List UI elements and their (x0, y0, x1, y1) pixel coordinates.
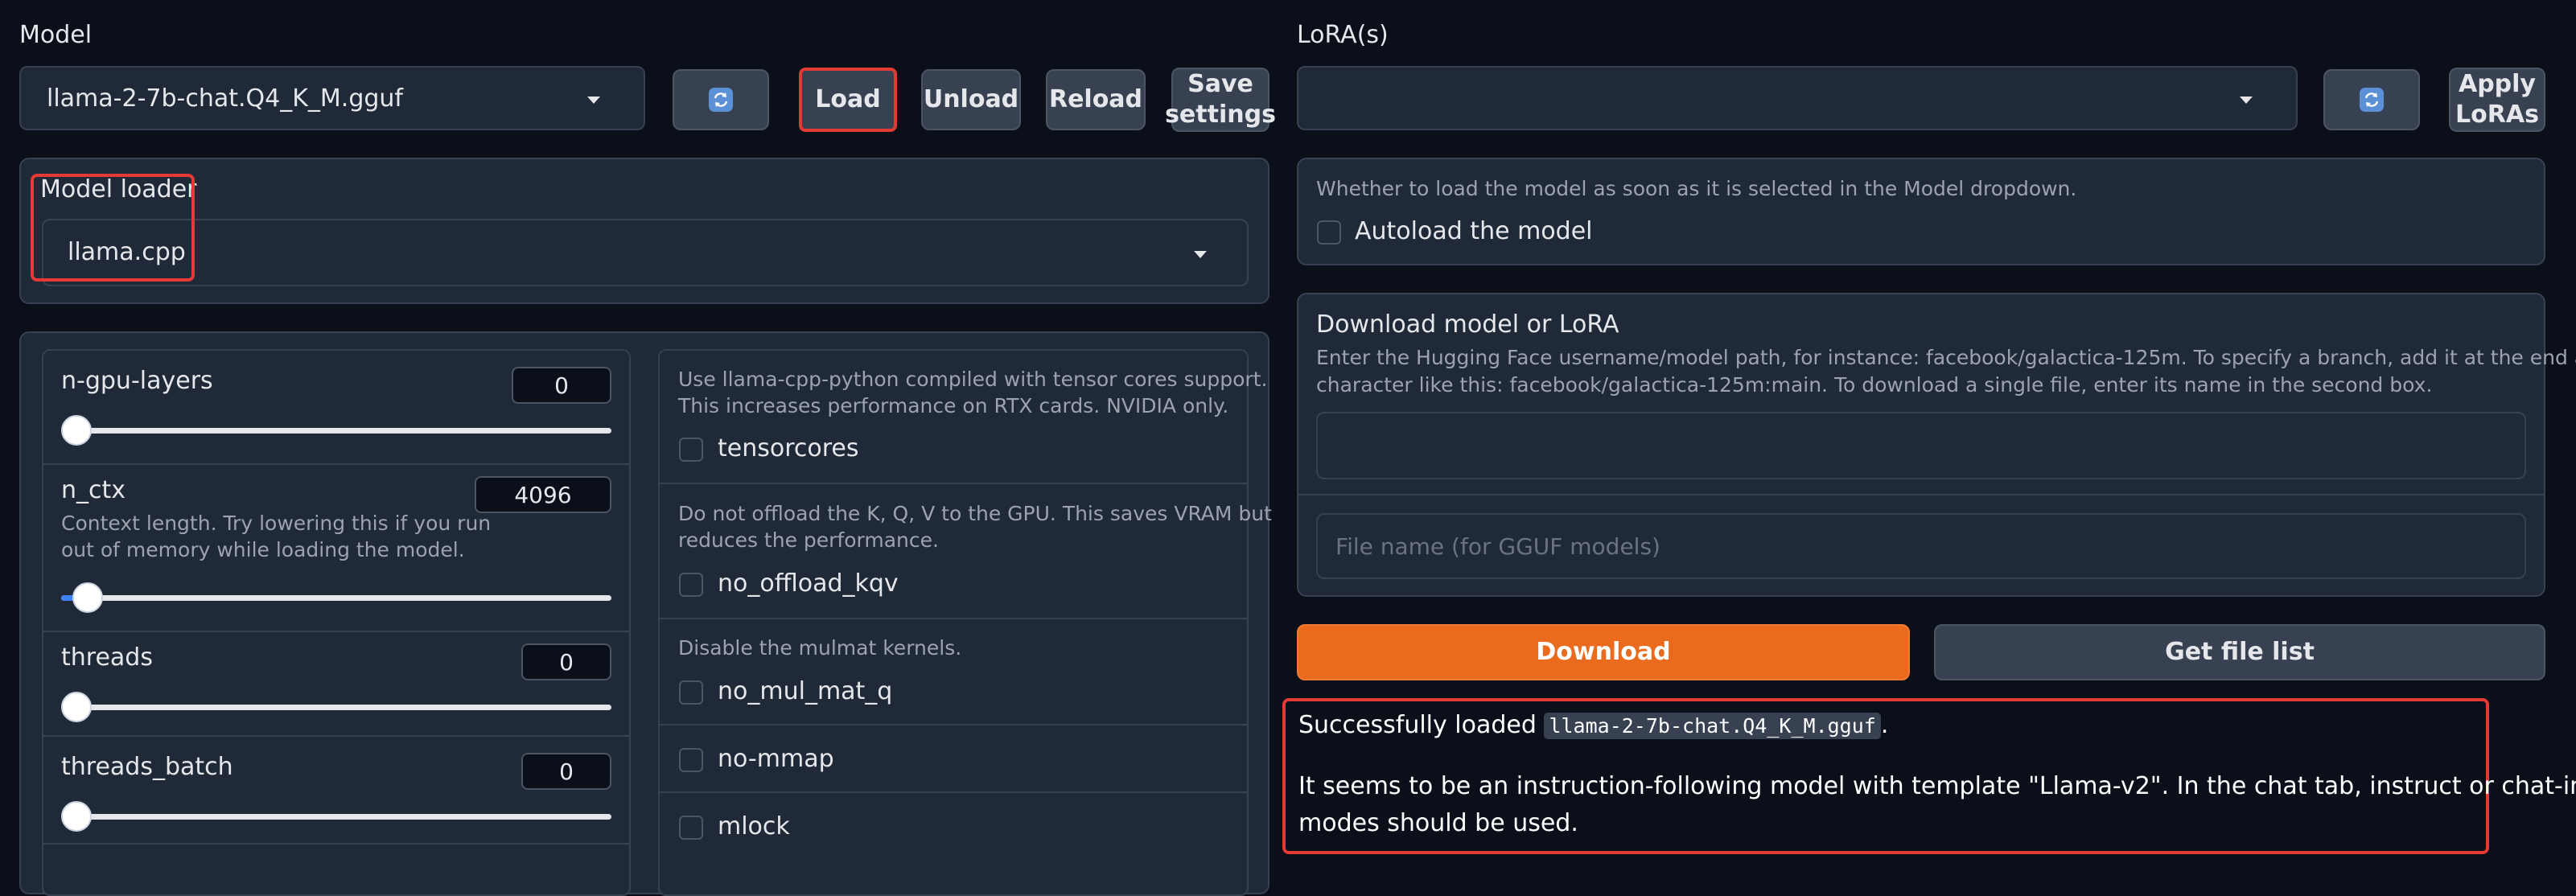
no-mmap-label: no-mmap (718, 745, 834, 773)
threads-batch-label: threads_batch (61, 753, 233, 781)
no-mul-mat-q-checkbox[interactable] (679, 680, 703, 705)
divider (43, 631, 629, 632)
refresh-icon (2358, 86, 2385, 113)
save-settings-line1: Save (1187, 70, 1253, 98)
n-gpu-layers-slider[interactable] (61, 428, 611, 434)
no-offload-description-line1: Do not offload the K, Q, V to the GPU. T… (678, 502, 1272, 525)
n-ctx-slider[interactable] (61, 595, 611, 601)
model-loader-highlight (31, 174, 195, 282)
divider (660, 791, 1247, 793)
no-offload-kqv-checkbox[interactable] (679, 573, 703, 597)
divider (660, 618, 1247, 619)
n-gpu-layers-label: n-gpu-layers (61, 367, 213, 395)
n-ctx-label: n_ctx (61, 476, 126, 504)
divider (43, 843, 629, 845)
tensorcores-label: tensorcores (718, 434, 859, 462)
save-settings-line2: settings (1165, 101, 1276, 129)
autoload-panel (1297, 158, 2545, 265)
apply-loras-button[interactable]: Apply LoRAs (2449, 68, 2545, 132)
status-line1: Successfully loaded llama-2-7b-chat.Q4_K… (1298, 711, 1888, 739)
model-path-input[interactable] (1316, 412, 2526, 479)
threads-batch-input[interactable]: 0 (521, 753, 611, 790)
model-dropdown[interactable]: llama-2-7b-chat.Q4_K_M.gguf (19, 66, 645, 130)
apply-loras-line1: Apply (2458, 70, 2536, 98)
lora-refresh-button[interactable] (2323, 69, 2420, 130)
save-settings-button[interactable]: Save settings (1165, 68, 1276, 132)
threads-input[interactable]: 0 (521, 643, 611, 680)
n-ctx-slider-handle[interactable] (72, 582, 103, 613)
file-name-input[interactable]: File name (for GGUF models) (1316, 513, 2526, 579)
status-model-code: llama-2-7b-chat.Q4_K_M.gguf (1544, 713, 1881, 739)
model-loader-dropdown[interactable] (42, 219, 1249, 286)
threads-slider[interactable] (61, 705, 611, 710)
unload-button[interactable]: Unload (921, 69, 1021, 130)
model-refresh-button[interactable] (673, 69, 769, 130)
n-gpu-layers-input[interactable]: 0 (512, 367, 611, 404)
status-message: Successfully loaded llama-2-7b-chat.Q4_K… (1282, 698, 2576, 854)
reload-button[interactable]: Reload (1046, 69, 1146, 130)
refresh-icon (707, 86, 735, 113)
chevron-down-icon (587, 97, 600, 104)
status-suffix: . (1880, 711, 1889, 739)
tensorcores-description-line2: This increases performance on RTX cards.… (678, 394, 1229, 417)
status-prefix: Successfully loaded (1298, 711, 1545, 739)
tensorcores-description-line1: Use llama-cpp-python compiled with tenso… (678, 368, 1268, 391)
tensorcores-checkbox[interactable] (679, 438, 703, 462)
divider (43, 735, 629, 737)
threads-slider-handle[interactable] (61, 692, 92, 722)
chevron-down-icon (1194, 251, 1207, 258)
model-label: Model (19, 21, 93, 49)
status-line2: It seems to be an instruction-following … (1298, 772, 2576, 800)
no-offload-description-line2: reduces the performance. (678, 528, 939, 552)
load-button[interactable]: Load (799, 68, 897, 132)
mlock-label: mlock (718, 812, 790, 841)
threads-label: threads (61, 643, 153, 672)
download-button[interactable]: Download (1297, 624, 1910, 680)
apply-loras-line2: LoRAs (2455, 101, 2539, 129)
threads-batch-slider-handle[interactable] (61, 801, 92, 832)
divider (43, 463, 629, 465)
autoload-description: Whether to load the model as soon as it … (1316, 177, 2077, 200)
no-offload-kqv-label: no_offload_kqv (718, 569, 899, 598)
no-mmap-checkbox[interactable] (679, 748, 703, 772)
n-gpu-layers-slider-handle[interactable] (61, 415, 92, 446)
download-description-line2: character like this: facebook/galactica-… (1316, 373, 2433, 397)
no-mul-mat-q-label: no_mul_mat_q (718, 677, 893, 705)
chevron-down-icon (2240, 97, 2253, 104)
mulmat-description: Disable the mulmat kernels. (678, 636, 962, 660)
divider (660, 483, 1247, 484)
status-line3: modes should be used. (1298, 809, 1578, 837)
model-selected-value: llama-2-7b-chat.Q4_K_M.gguf (47, 84, 403, 113)
download-description-line1: Enter the Hugging Face username/model pa… (1316, 346, 2576, 369)
threads-batch-slider[interactable] (61, 814, 611, 820)
autoload-checkbox[interactable] (1317, 220, 1341, 245)
n-ctx-description-line2: out of memory while loading the model. (61, 538, 465, 561)
n-ctx-input[interactable]: 4096 (475, 476, 611, 513)
divider (1298, 494, 2544, 495)
download-title: Download model or LoRA (1316, 310, 1619, 339)
lora-label: LoRA(s) (1297, 21, 1389, 49)
n-ctx-description-line1: Context length. Try lowering this if you… (61, 512, 492, 535)
lora-dropdown[interactable] (1297, 66, 2298, 130)
autoload-label: Autoload the model (1355, 217, 1593, 245)
mlock-checkbox[interactable] (679, 816, 703, 840)
divider (660, 724, 1247, 725)
get-file-list-button[interactable]: Get file list (1934, 624, 2545, 680)
